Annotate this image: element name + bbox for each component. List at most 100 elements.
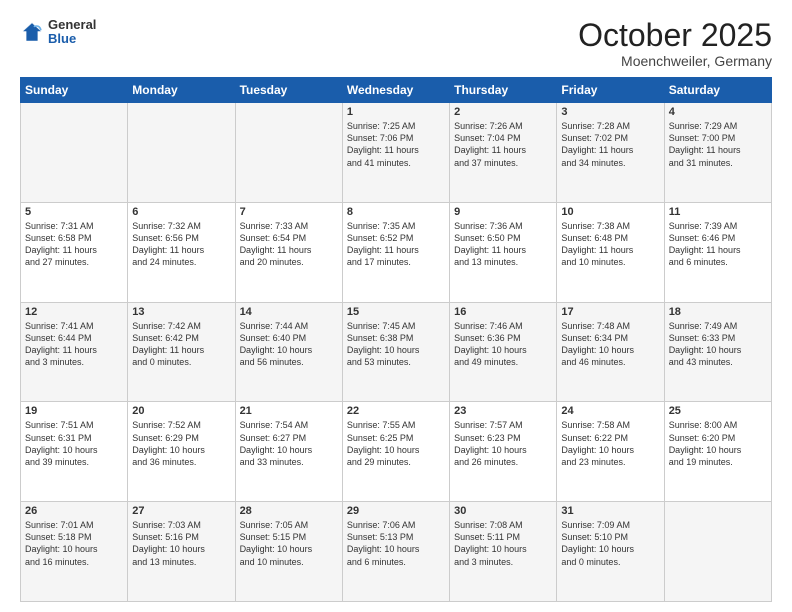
calendar-cell: 1 Sunrise: 7:25 AM Sunset: 7:06 PM Daylig… <box>342 103 449 203</box>
location: Moenchweiler, Germany <box>578 53 772 69</box>
month-title: October 2025 <box>578 18 772 53</box>
day-number: 25 <box>669 405 767 417</box>
day-number: 27 <box>132 505 230 517</box>
cell-info: Sunrise: 7:35 AM Sunset: 6:52 PM Dayligh… <box>347 220 445 269</box>
calendar-cell: 30Sunrise: 7:08 AM Sunset: 5:11 PM Dayli… <box>450 502 557 602</box>
day-number: 11 <box>669 206 767 218</box>
calendar-cell: 4 Sunrise: 7:29 AM Sunset: 7:00 PM Daylig… <box>664 103 771 203</box>
day-number: 22 <box>347 405 445 417</box>
day-number: 16 <box>454 306 552 318</box>
day-number: 19 <box>25 405 123 417</box>
cell-info: Sunrise: 7:55 AM Sunset: 6:25 PM Dayligh… <box>347 419 445 468</box>
weekday-header-friday: Friday <box>557 78 664 103</box>
logo-icon <box>20 20 44 44</box>
day-number: 7 <box>240 206 338 218</box>
calendar-cell: 16Sunrise: 7:46 AM Sunset: 6:36 PM Dayli… <box>450 302 557 402</box>
cell-info: Sunrise: 7:57 AM Sunset: 6:23 PM Dayligh… <box>454 419 552 468</box>
cell-info: Sunrise: 7:01 AM Sunset: 5:18 PM Dayligh… <box>25 519 123 568</box>
weekday-header-saturday: Saturday <box>664 78 771 103</box>
day-number: 20 <box>132 405 230 417</box>
day-number: 18 <box>669 306 767 318</box>
cell-info: Sunrise: 7:41 AM Sunset: 6:44 PM Dayligh… <box>25 320 123 369</box>
calendar-cell <box>21 103 128 203</box>
week-row-4: 19 Sunrise: 7:51 AM Sunset: 6:31 PM Dayli… <box>21 402 772 502</box>
cell-info: Sunrise: 7:26 AM Sunset: 7:04 PM Dayligh… <box>454 120 552 169</box>
calendar-cell <box>235 103 342 203</box>
cell-info: Sunrise: 7:54 AM Sunset: 6:27 PM Dayligh… <box>240 419 338 468</box>
cell-info: Sunrise: 7:33 AM Sunset: 6:54 PM Dayligh… <box>240 220 338 269</box>
day-number: 28 <box>240 505 338 517</box>
calendar-cell <box>664 502 771 602</box>
calendar-cell: 9Sunrise: 7:36 AM Sunset: 6:50 PM Daylig… <box>450 202 557 302</box>
cell-info: Sunrise: 7:29 AM Sunset: 7:00 PM Dayligh… <box>669 120 767 169</box>
day-number: 26 <box>25 505 123 517</box>
cell-info: Sunrise: 7:51 AM Sunset: 6:31 PM Dayligh… <box>25 419 123 468</box>
cell-info: Sunrise: 7:52 AM Sunset: 6:29 PM Dayligh… <box>132 419 230 468</box>
weekday-header-row: SundayMondayTuesdayWednesdayThursdayFrid… <box>21 78 772 103</box>
cell-info: Sunrise: 7:38 AM Sunset: 6:48 PM Dayligh… <box>561 220 659 269</box>
cell-info: Sunrise: 7:49 AM Sunset: 6:33 PM Dayligh… <box>669 320 767 369</box>
weekday-header-monday: Monday <box>128 78 235 103</box>
day-number: 1 <box>347 106 445 118</box>
calendar-cell: 11 Sunrise: 7:39 AM Sunset: 6:46 PM Dayli… <box>664 202 771 302</box>
calendar-cell: 27 Sunrise: 7:03 AM Sunset: 5:16 PM Dayli… <box>128 502 235 602</box>
logo-blue-text: Blue <box>48 32 96 46</box>
calendar-cell: 18 Sunrise: 7:49 AM Sunset: 6:33 PM Dayli… <box>664 302 771 402</box>
calendar-cell: 19 Sunrise: 7:51 AM Sunset: 6:31 PM Dayli… <box>21 402 128 502</box>
calendar-cell: 20 Sunrise: 7:52 AM Sunset: 6:29 PM Dayli… <box>128 402 235 502</box>
calendar-cell: 26 Sunrise: 7:01 AM Sunset: 5:18 PM Dayli… <box>21 502 128 602</box>
day-number: 24 <box>561 405 659 417</box>
day-number: 3 <box>561 106 659 118</box>
weekday-header-wednesday: Wednesday <box>342 78 449 103</box>
day-number: 2 <box>454 106 552 118</box>
calendar-cell: 25 Sunrise: 8:00 AM Sunset: 6:20 PM Dayli… <box>664 402 771 502</box>
calendar-cell: 3Sunrise: 7:28 AM Sunset: 7:02 PM Daylig… <box>557 103 664 203</box>
day-number: 5 <box>25 206 123 218</box>
day-number: 13 <box>132 306 230 318</box>
logo-general-text: General <box>48 18 96 32</box>
cell-info: Sunrise: 7:48 AM Sunset: 6:34 PM Dayligh… <box>561 320 659 369</box>
week-row-3: 12Sunrise: 7:41 AM Sunset: 6:44 PM Dayli… <box>21 302 772 402</box>
day-number: 4 <box>669 106 767 118</box>
week-row-2: 5 Sunrise: 7:31 AM Sunset: 6:58 PM Daylig… <box>21 202 772 302</box>
calendar-cell: 29Sunrise: 7:06 AM Sunset: 5:13 PM Dayli… <box>342 502 449 602</box>
logo-text: General Blue <box>48 18 96 47</box>
weekday-header-thursday: Thursday <box>450 78 557 103</box>
calendar-cell: 23 Sunrise: 7:57 AM Sunset: 6:23 PM Dayli… <box>450 402 557 502</box>
cell-info: Sunrise: 7:03 AM Sunset: 5:16 PM Dayligh… <box>132 519 230 568</box>
calendar-cell: 22 Sunrise: 7:55 AM Sunset: 6:25 PM Dayli… <box>342 402 449 502</box>
calendar-cell: 24 Sunrise: 7:58 AM Sunset: 6:22 PM Dayli… <box>557 402 664 502</box>
cell-info: Sunrise: 7:39 AM Sunset: 6:46 PM Dayligh… <box>669 220 767 269</box>
cell-info: Sunrise: 7:08 AM Sunset: 5:11 PM Dayligh… <box>454 519 552 568</box>
calendar-cell: 7 Sunrise: 7:33 AM Sunset: 6:54 PM Daylig… <box>235 202 342 302</box>
cell-info: Sunrise: 7:36 AM Sunset: 6:50 PM Dayligh… <box>454 220 552 269</box>
cell-info: Sunrise: 7:45 AM Sunset: 6:38 PM Dayligh… <box>347 320 445 369</box>
day-number: 6 <box>132 206 230 218</box>
day-number: 23 <box>454 405 552 417</box>
cell-info: Sunrise: 7:58 AM Sunset: 6:22 PM Dayligh… <box>561 419 659 468</box>
day-number: 15 <box>347 306 445 318</box>
cell-info: Sunrise: 7:06 AM Sunset: 5:13 PM Dayligh… <box>347 519 445 568</box>
cell-info: Sunrise: 7:31 AM Sunset: 6:58 PM Dayligh… <box>25 220 123 269</box>
day-number: 17 <box>561 306 659 318</box>
calendar-cell: 5 Sunrise: 7:31 AM Sunset: 6:58 PM Daylig… <box>21 202 128 302</box>
cell-info: Sunrise: 7:42 AM Sunset: 6:42 PM Dayligh… <box>132 320 230 369</box>
cell-info: Sunrise: 7:44 AM Sunset: 6:40 PM Dayligh… <box>240 320 338 369</box>
weekday-header-tuesday: Tuesday <box>235 78 342 103</box>
day-number: 8 <box>347 206 445 218</box>
week-row-5: 26 Sunrise: 7:01 AM Sunset: 5:18 PM Dayli… <box>21 502 772 602</box>
day-number: 21 <box>240 405 338 417</box>
day-number: 10 <box>561 206 659 218</box>
calendar-cell: 21 Sunrise: 7:54 AM Sunset: 6:27 PM Dayli… <box>235 402 342 502</box>
cell-info: Sunrise: 7:25 AM Sunset: 7:06 PM Dayligh… <box>347 120 445 169</box>
calendar-cell: 14Sunrise: 7:44 AM Sunset: 6:40 PM Dayli… <box>235 302 342 402</box>
week-row-1: 1 Sunrise: 7:25 AM Sunset: 7:06 PM Daylig… <box>21 103 772 203</box>
cell-info: Sunrise: 7:05 AM Sunset: 5:15 PM Dayligh… <box>240 519 338 568</box>
calendar-cell: 13 Sunrise: 7:42 AM Sunset: 6:42 PM Dayli… <box>128 302 235 402</box>
calendar-cell: 31Sunrise: 7:09 AM Sunset: 5:10 PM Dayli… <box>557 502 664 602</box>
cell-info: Sunrise: 8:00 AM Sunset: 6:20 PM Dayligh… <box>669 419 767 468</box>
title-block: October 2025 Moenchweiler, Germany <box>578 18 772 69</box>
calendar-cell: 17 Sunrise: 7:48 AM Sunset: 6:34 PM Dayli… <box>557 302 664 402</box>
calendar-cell: 28 Sunrise: 7:05 AM Sunset: 5:15 PM Dayli… <box>235 502 342 602</box>
calendar-cell <box>128 103 235 203</box>
